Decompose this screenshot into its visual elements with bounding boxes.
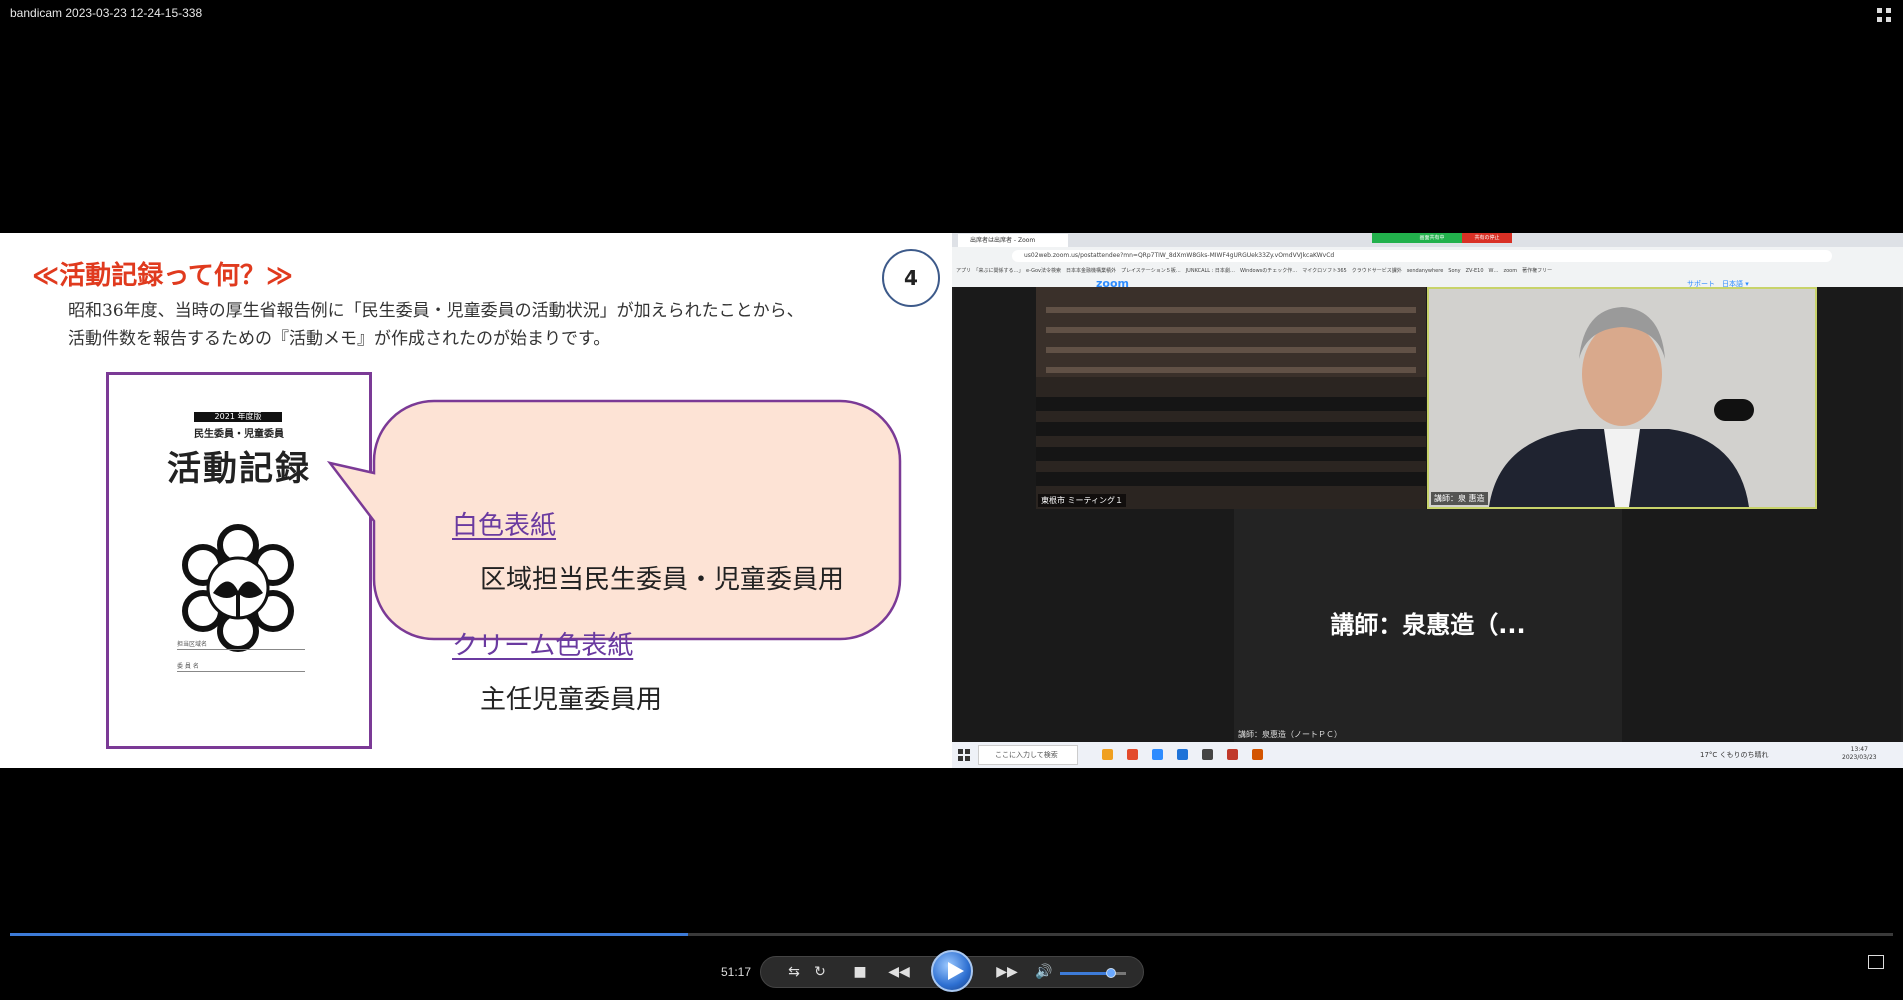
mini-player-icon[interactable] [1868, 955, 1884, 969]
stop-share-button[interactable]: 共有の停止 [1462, 233, 1512, 243]
clock-time: 13:47 [1850, 746, 1868, 753]
booklet-field-name: 委 員 名 [177, 663, 199, 670]
booklet-field-line [177, 649, 305, 650]
booklet-field-area: 担当区域名 [177, 641, 208, 648]
intro-line-1: 昭和36年度、当時の厚生省報告例に「民生委員・児童委員の活動状況」が加えられたこ… [68, 301, 804, 321]
play-button[interactable] [931, 950, 973, 992]
cover-desc-white: 区域担当民生委員・児童委員用 [480, 565, 845, 595]
chrome-icon[interactable] [1127, 749, 1138, 760]
powerpoint-icon[interactable] [1252, 749, 1263, 760]
windows-start-icon[interactable] [958, 749, 970, 761]
slide-intro: 昭和36年度、当時の厚生省報告例に「民生委員・児童委員の活動状況」が加えられたこ… [68, 297, 804, 353]
audience-name-label: 東根市 ミーティング１ [1038, 494, 1127, 507]
minsei-emblem-icon [182, 524, 294, 652]
bookmarks-bar[interactable]: アプリ 「来ぶに関係する…」 e-Gov法令検索 日本本金融機構業積外 プレイス… [956, 266, 1896, 276]
video-frame[interactable]: ≪活動記録って何？≫ 4 昭和36年度、当時の厚生省報告例に「民生委員・児童委員… [0, 233, 1903, 768]
browser-chrome: 出席者は出席者 - Zoom 画面共有中 共有の停止 us02web.zoom.… [952, 233, 1903, 290]
playback-time: 51:17 [721, 965, 752, 979]
name-only-tile[interactable]: 講師：泉惠造（... 講師：泉惠造（ノートＰＣ） [1234, 509, 1622, 742]
fast-forward-icon[interactable]: ▶▶ [987, 957, 1027, 987]
taskbar-clock[interactable]: 13:47 2023/03/23 [1842, 746, 1877, 762]
windows-taskbar: ここに入力して検索 17°C くもりのち晴れ 13:47 2023/03/23 [952, 742, 1903, 768]
browser-tabbar: 出席者は出席者 - Zoom 画面共有中 共有の停止 [952, 233, 1903, 247]
booklet-field-line [177, 671, 305, 672]
participant-big-name: 講師：泉惠造（... [1330, 611, 1526, 639]
address-bar[interactable]: us02web.zoom.us/postattendee?mn=QRp7TIW_… [1012, 250, 1832, 262]
speaker-scene [1429, 289, 1815, 507]
cover-desc-cream: 主任児童委員用 [480, 685, 663, 715]
booklet-title: 活動記録 [167, 449, 311, 489]
volume-icon[interactable]: 🔊 [1029, 957, 1059, 987]
taskbar-search[interactable]: ここに入力して検索 [978, 745, 1078, 765]
file-explorer-icon[interactable] [1102, 749, 1113, 760]
seek-bar[interactable] [10, 933, 1893, 936]
browser-tab[interactable]: 出席者は出席者 - Zoom [958, 234, 1068, 247]
window-title: bandicam 2023-03-23 12-24-15-338 [10, 6, 203, 20]
weather-widget[interactable]: 17°C くもりのち晴れ [1700, 750, 1769, 760]
audience-video-tile[interactable]: 東根市 ミーティング１ [1036, 287, 1426, 509]
slide-page-number: 4 [882, 249, 940, 307]
intro-line-2: 活動件数を報告するための『活動メモ』が作成されたのが始まりです。 [68, 329, 611, 349]
volume-fill [1060, 972, 1112, 975]
volume-slider[interactable] [1060, 968, 1126, 978]
bandicam-icon[interactable] [1227, 749, 1238, 760]
stop-icon[interactable]: ■ [845, 957, 875, 987]
edge-icon[interactable] [1177, 749, 1188, 760]
rewind-icon[interactable]: ◀◀ [879, 957, 919, 987]
repeat-icon[interactable]: ↻ [805, 957, 835, 987]
audience-scene [1036, 287, 1426, 509]
clock-date: 2023/03/23 [1842, 754, 1877, 761]
booklet-subtitle: 民生委員・児童委員 [194, 429, 284, 440]
presentation-slide: ≪活動記録って何？≫ 4 昭和36年度、当時の厚生省報告例に「民生委員・児童委員… [0, 233, 952, 768]
participant-label: 講師：泉惠造（ノートＰＣ） [1238, 730, 1342, 739]
seek-bar-fill [10, 933, 688, 936]
zoom-app-icon[interactable] [1152, 749, 1163, 760]
fullscreen-toggle-icon[interactable] [1875, 6, 1893, 24]
cover-label-cream: クリーム色表紙 [452, 631, 634, 661]
zoom-meeting-view: 東根市 ミーティング１ 講師：泉 惠造 講師：泉惠造（... 講師：泉惠造（ノー… [954, 287, 1901, 742]
slide-title: ≪活動記録って何？≫ [32, 261, 294, 291]
booklet-year: 2021 年度版 [194, 412, 282, 422]
window-titlebar: bandicam 2023-03-23 12-24-15-338 [0, 0, 1903, 30]
booklet-cover-image: 2021 年度版 民生委員・児童委員 活動記録 担当区域名 委 員 名 [106, 372, 372, 749]
speaker-name-label: 講師：泉 惠造 [1431, 492, 1488, 505]
cover-label-white: 白色表紙 [452, 511, 557, 541]
zoom-browser-window: 出席者は出席者 - Zoom 画面共有中 共有の停止 us02web.zoom.… [952, 233, 1903, 768]
taskbar-app-icon[interactable] [1202, 749, 1213, 760]
speaker-video-tile[interactable]: 講師：泉 惠造 [1427, 287, 1817, 509]
